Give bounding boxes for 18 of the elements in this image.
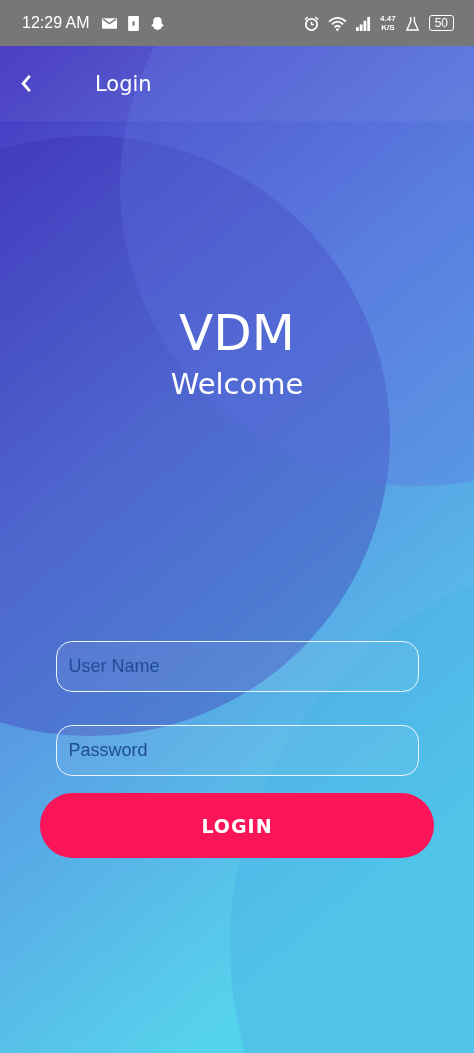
login-button[interactable]: LOGIN bbox=[40, 793, 434, 858]
sim-card-icon bbox=[125, 15, 141, 31]
ghost-icon bbox=[149, 15, 165, 31]
welcome-text: Welcome bbox=[170, 367, 304, 401]
back-icon[interactable] bbox=[20, 74, 32, 93]
clock-text: 12:29 AM bbox=[22, 14, 90, 32]
mail-icon bbox=[101, 15, 117, 31]
flask-icon bbox=[404, 15, 420, 31]
alarm-icon bbox=[304, 15, 320, 31]
signal-icon bbox=[356, 15, 372, 31]
speed-text: 4.47 bbox=[380, 14, 396, 23]
password-field[interactable]: Password bbox=[55, 725, 419, 776]
speed-unit-text: K/S bbox=[381, 23, 395, 32]
battery-icon: 50 bbox=[428, 15, 454, 31]
username-field[interactable]: User Name bbox=[55, 641, 419, 692]
app-bar-title: Login bbox=[95, 71, 152, 96]
wifi-icon bbox=[328, 15, 348, 31]
brand-title: VDM bbox=[179, 303, 295, 363]
